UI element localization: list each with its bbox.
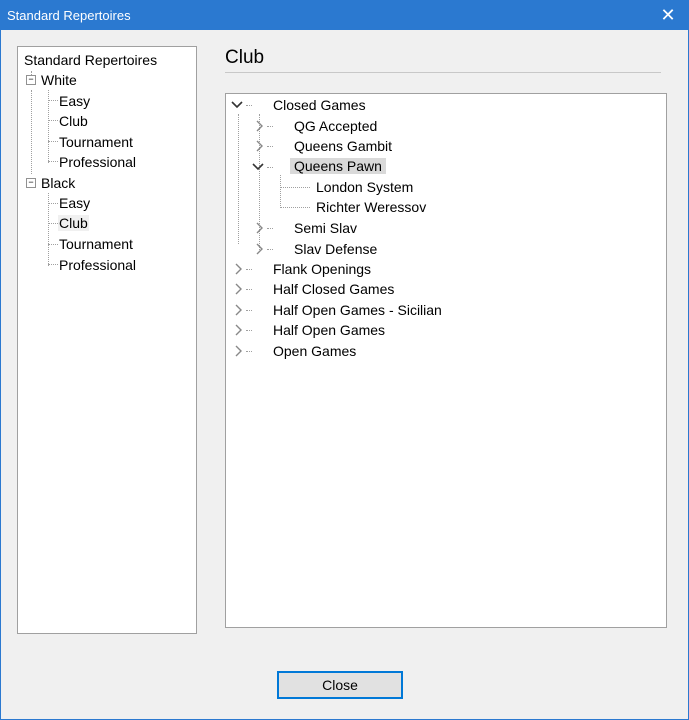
close-button[interactable]: Close bbox=[277, 671, 403, 699]
tree-root-standard-repertoires[interactable]: Standard Repertoires bbox=[24, 52, 157, 68]
tree-node-qg-accepted[interactable]: QG Accepted bbox=[294, 118, 377, 134]
tree-item-black-tournament[interactable]: Tournament bbox=[59, 236, 133, 252]
chevron-right-icon[interactable] bbox=[232, 283, 244, 295]
tree-item-black-easy[interactable]: Easy bbox=[59, 195, 90, 211]
tree-node-half-open-games[interactable]: Half Open Games bbox=[273, 322, 385, 338]
tree-node-flank-openings[interactable]: Flank Openings bbox=[273, 261, 371, 277]
tree-group-white[interactable]: White bbox=[41, 72, 77, 88]
dialog-window: Standard Repertoires ✕ Standard Repertoi… bbox=[0, 0, 689, 720]
repertoire-tree[interactable]: Standard Repertoires − White Easy Club T… bbox=[17, 46, 197, 634]
chevron-right-icon[interactable] bbox=[253, 243, 265, 255]
tree-item-black-club[interactable]: Club bbox=[58, 215, 89, 231]
tree-item-white-club[interactable]: Club bbox=[59, 113, 88, 129]
title-bar[interactable]: Standard Repertoires ✕ bbox=[1, 1, 688, 30]
tree-node-slav-defense[interactable]: Slav Defense bbox=[294, 241, 377, 257]
tree-node-london-system[interactable]: London System bbox=[316, 179, 413, 195]
chevron-right-icon[interactable] bbox=[232, 324, 244, 336]
chevron-down-icon[interactable] bbox=[231, 99, 243, 111]
chevron-right-icon[interactable] bbox=[232, 304, 244, 316]
chevron-right-icon[interactable] bbox=[232, 263, 244, 275]
tree-node-queens-gambit[interactable]: Queens Gambit bbox=[294, 138, 392, 154]
tree-node-open-games[interactable]: Open Games bbox=[273, 343, 356, 359]
page-title: Club bbox=[225, 47, 265, 68]
tree-node-richter-weressov[interactable]: Richter Weressov bbox=[316, 199, 426, 215]
tree-item-black-professional[interactable]: Professional bbox=[59, 257, 136, 273]
divider bbox=[225, 72, 661, 73]
collapse-icon[interactable]: − bbox=[26, 75, 36, 85]
tree-node-half-open-games-sicilian[interactable]: Half Open Games - Sicilian bbox=[273, 302, 442, 318]
tree-node-closed-games[interactable]: Closed Games bbox=[273, 97, 366, 113]
tree-node-queens-pawn[interactable]: Queens Pawn bbox=[290, 158, 386, 174]
tree-node-half-closed-games[interactable]: Half Closed Games bbox=[273, 281, 394, 297]
chevron-right-icon[interactable] bbox=[253, 120, 265, 132]
collapse-icon[interactable]: − bbox=[26, 178, 36, 188]
window-title: Standard Repertoires bbox=[7, 8, 131, 23]
tree-item-white-professional[interactable]: Professional bbox=[59, 154, 136, 170]
chevron-right-icon[interactable] bbox=[253, 140, 265, 152]
tree-node-semi-slav[interactable]: Semi Slav bbox=[294, 220, 357, 236]
tree-item-white-tournament[interactable]: Tournament bbox=[59, 134, 133, 150]
chevron-right-icon[interactable] bbox=[232, 345, 244, 357]
close-icon[interactable]: ✕ bbox=[648, 1, 688, 30]
tree-item-white-easy[interactable]: Easy bbox=[59, 93, 90, 109]
chevron-right-icon[interactable] bbox=[253, 222, 265, 234]
chevron-down-icon[interactable] bbox=[252, 161, 264, 173]
opening-tree[interactable]: Closed Games QG Accepted Queens Gambit Q… bbox=[225, 93, 667, 628]
tree-group-black[interactable]: Black bbox=[41, 175, 75, 191]
